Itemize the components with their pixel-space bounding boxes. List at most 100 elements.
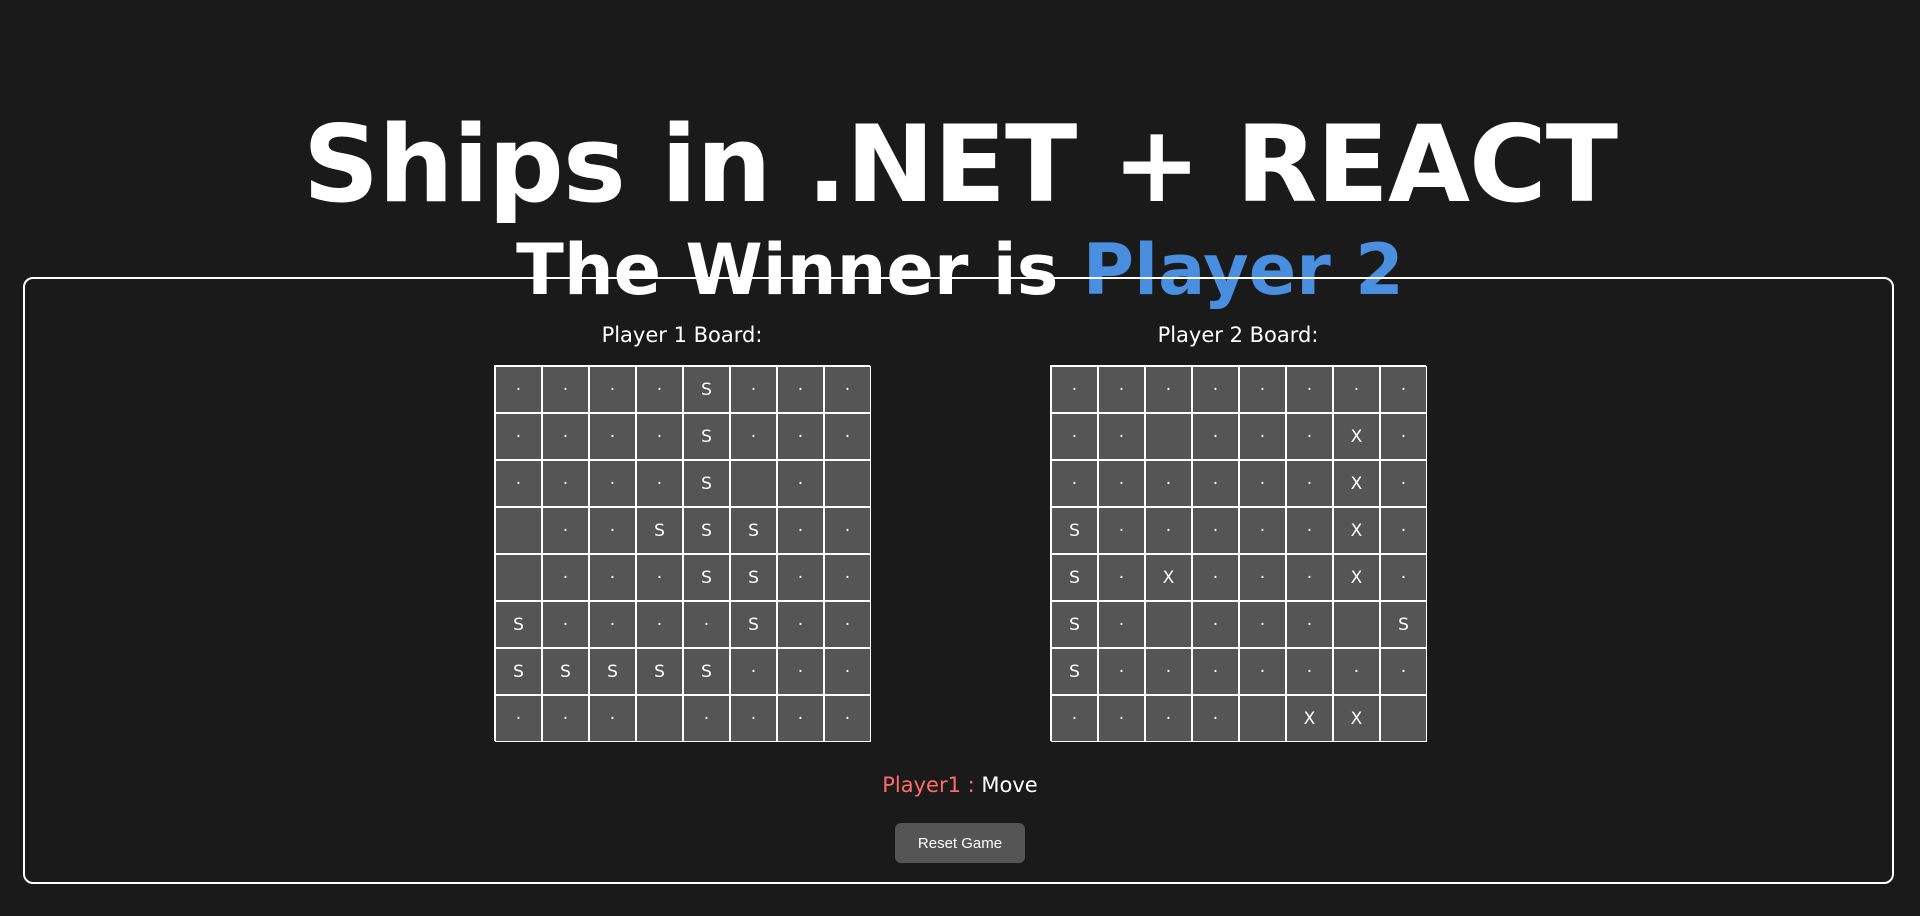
board-cell[interactable]: · (542, 695, 589, 742)
board-cell[interactable]: · (542, 460, 589, 507)
board-cell[interactable]: · (1192, 413, 1239, 460)
board-cell[interactable]: · (1145, 460, 1192, 507)
board-cell[interactable]: · (1286, 460, 1333, 507)
board-cell[interactable]: S (730, 601, 777, 648)
board-cell[interactable]: · (1192, 366, 1239, 413)
board-cell[interactable]: · (1286, 554, 1333, 601)
board-cell[interactable]: X (1333, 460, 1380, 507)
board-cell[interactable]: · (1145, 695, 1192, 742)
board-cell[interactable] (495, 554, 542, 601)
board-cell[interactable] (1239, 695, 1286, 742)
board-cell[interactable]: S (730, 554, 777, 601)
board-cell[interactable]: · (1098, 507, 1145, 554)
board-cell[interactable]: · (589, 601, 636, 648)
board-cell[interactable]: · (589, 554, 636, 601)
board-cell[interactable]: · (589, 413, 636, 460)
board-cell[interactable]: · (542, 507, 589, 554)
board-cell[interactable]: · (777, 366, 824, 413)
board-cell[interactable]: S (1051, 554, 1098, 601)
board-cell[interactable]: · (1286, 366, 1333, 413)
board-cell[interactable]: · (589, 366, 636, 413)
board-cell[interactable]: · (824, 413, 871, 460)
board-cell[interactable]: · (1192, 648, 1239, 695)
board-cell[interactable]: · (1286, 601, 1333, 648)
board-cell[interactable]: · (824, 554, 871, 601)
board-cell[interactable]: · (495, 413, 542, 460)
board-cell[interactable]: · (1239, 648, 1286, 695)
reset-game-button[interactable]: Reset Game (895, 823, 1025, 863)
board-cell[interactable]: S (683, 507, 730, 554)
board-cell[interactable] (1145, 413, 1192, 460)
board-cell[interactable]: · (730, 648, 777, 695)
board-cell[interactable]: · (1239, 601, 1286, 648)
board-cell[interactable]: · (777, 695, 824, 742)
board-cell[interactable]: · (1098, 366, 1145, 413)
board-cell[interactable]: · (1098, 554, 1145, 601)
board-cell[interactable]: · (824, 601, 871, 648)
board-cell[interactable]: · (1145, 366, 1192, 413)
board-cell[interactable] (1333, 601, 1380, 648)
board-cell[interactable]: S (495, 601, 542, 648)
board-cell[interactable]: · (1239, 460, 1286, 507)
board-cell[interactable] (1145, 601, 1192, 648)
board-cell[interactable]: S (683, 413, 730, 460)
board-cell[interactable]: · (824, 507, 871, 554)
board-cell[interactable] (1380, 695, 1427, 742)
board-cell[interactable]: · (1192, 695, 1239, 742)
board-cell[interactable]: · (495, 460, 542, 507)
board-cell[interactable]: S (1051, 507, 1098, 554)
board-cell[interactable]: · (1051, 695, 1098, 742)
board-cell[interactable]: · (589, 460, 636, 507)
board-cell[interactable]: · (1286, 648, 1333, 695)
board-cell[interactable]: · (1098, 648, 1145, 695)
board-cell[interactable]: · (1333, 366, 1380, 413)
board-cell[interactable]: X (1286, 695, 1333, 742)
board-cell[interactable]: · (730, 366, 777, 413)
board-cell[interactable]: S (1051, 648, 1098, 695)
board-cell[interactable]: · (1239, 554, 1286, 601)
board-cell[interactable]: · (1192, 554, 1239, 601)
board-cell[interactable]: · (1098, 413, 1145, 460)
board-cell[interactable]: · (1192, 601, 1239, 648)
board-cell[interactable]: · (1380, 366, 1427, 413)
board-cell[interactable]: · (636, 366, 683, 413)
board-cell[interactable]: · (589, 507, 636, 554)
board-cell[interactable]: · (777, 507, 824, 554)
board-cell[interactable]: · (824, 695, 871, 742)
board-cell[interactable]: · (1239, 507, 1286, 554)
board-cell[interactable] (495, 507, 542, 554)
board-cell[interactable]: X (1145, 554, 1192, 601)
board-cell[interactable]: · (1239, 366, 1286, 413)
board-cell[interactable]: · (1333, 648, 1380, 695)
board-cell[interactable]: · (636, 554, 683, 601)
board-cell[interactable]: X (1333, 413, 1380, 460)
board-cell[interactable]: · (636, 601, 683, 648)
board-cell[interactable]: · (1380, 460, 1427, 507)
board-cell[interactable]: · (777, 648, 824, 695)
board-cell[interactable]: · (495, 366, 542, 413)
board-cell[interactable]: · (824, 648, 871, 695)
board-cell[interactable]: · (542, 601, 589, 648)
board-cell[interactable]: · (1192, 507, 1239, 554)
board-cell[interactable]: · (777, 413, 824, 460)
board-cell[interactable]: S (1380, 601, 1427, 648)
board-cell[interactable]: S (683, 460, 730, 507)
board-cell[interactable]: · (495, 695, 542, 742)
board-cell[interactable]: · (1380, 554, 1427, 601)
board-cell[interactable]: X (1333, 554, 1380, 601)
board-cell[interactable]: · (636, 413, 683, 460)
board-cell[interactable]: · (1286, 413, 1333, 460)
board-cell[interactable]: · (1380, 507, 1427, 554)
board-cell[interactable] (824, 460, 871, 507)
board-cell[interactable] (636, 695, 683, 742)
board-cell[interactable]: · (1145, 507, 1192, 554)
board-cell[interactable]: · (589, 695, 636, 742)
board-cell[interactable]: · (542, 366, 589, 413)
board-cell[interactable]: S (683, 366, 730, 413)
board-cell[interactable]: · (1145, 648, 1192, 695)
board-cell[interactable]: · (683, 601, 730, 648)
board-cell[interactable]: · (730, 695, 777, 742)
board-cell[interactable]: S (589, 648, 636, 695)
board-cell[interactable]: S (683, 648, 730, 695)
board-cell[interactable]: X (1333, 507, 1380, 554)
